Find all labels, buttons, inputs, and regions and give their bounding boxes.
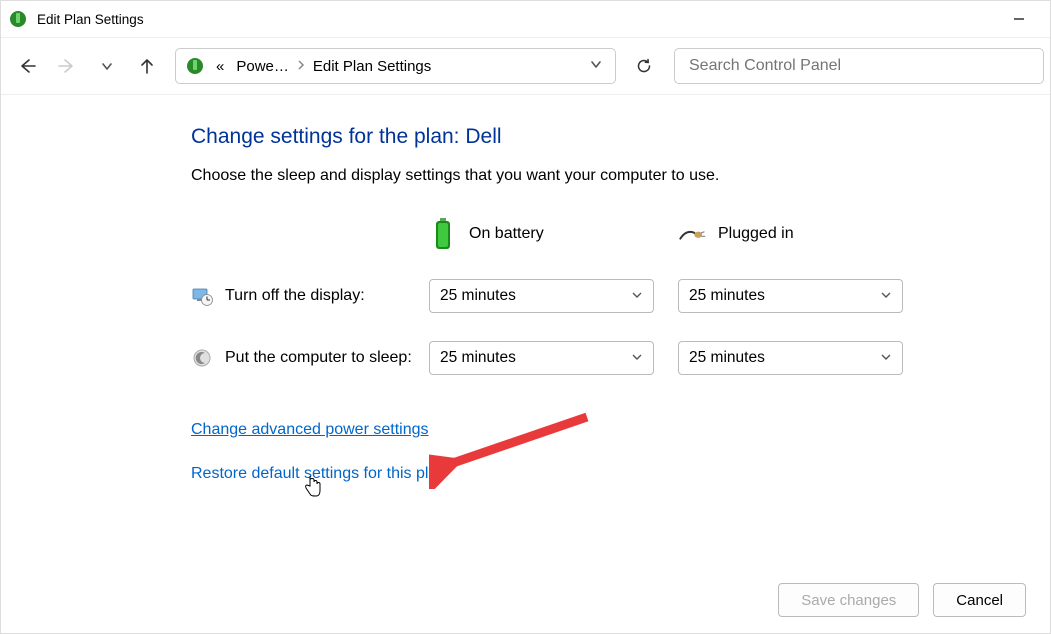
dropdown-value: 25 minutes <box>689 287 765 305</box>
battery-icon <box>429 215 457 253</box>
setting-row-sleep: Put the computer to sleep: 25 minutes 25… <box>191 341 1050 375</box>
display-label: Turn off the display: <box>225 287 365 305</box>
moon-icon <box>191 347 213 369</box>
search-input[interactable] <box>674 48 1044 84</box>
chevron-right-icon <box>297 60 305 73</box>
address-bar[interactable]: « Powe… Edit Plan Settings <box>175 48 616 84</box>
cancel-button[interactable]: Cancel <box>933 583 1026 617</box>
power-options-icon <box>186 57 204 75</box>
column-header-plugged: Plugged in <box>718 225 794 243</box>
window-titlebar: Edit Plan Settings <box>1 1 1050 37</box>
plug-icon <box>678 215 706 253</box>
display-battery-dropdown[interactable]: 25 minutes <box>429 279 654 313</box>
monitor-clock-icon <box>191 285 213 307</box>
footer-buttons: Save changes Cancel <box>778 583 1026 617</box>
dropdown-value: 25 minutes <box>440 349 516 367</box>
forward-button[interactable] <box>47 46 87 86</box>
window-title: Edit Plan Settings <box>37 12 144 27</box>
page-description: Choose the sleep and display settings th… <box>191 167 1050 185</box>
recent-locations-button[interactable] <box>87 46 127 86</box>
chevron-down-icon <box>631 289 643 304</box>
search-field[interactable] <box>689 57 1029 75</box>
minimize-button[interactable] <box>996 3 1042 35</box>
breadcrumb-overflow[interactable]: « <box>212 58 228 75</box>
back-button[interactable] <box>7 46 47 86</box>
content-area: Change settings for the plan: Dell Choos… <box>1 95 1050 509</box>
nav-toolbar: « Powe… Edit Plan Settings <box>1 38 1050 94</box>
power-options-icon <box>9 10 27 28</box>
dropdown-value: 25 minutes <box>689 349 765 367</box>
address-history-button[interactable] <box>583 57 609 76</box>
restore-defaults-link[interactable]: Restore default settings for this plan <box>191 465 446 483</box>
refresh-button[interactable] <box>626 48 662 84</box>
dropdown-value: 25 minutes <box>440 287 516 305</box>
chevron-down-icon <box>880 351 892 366</box>
breadcrumb-item-power[interactable]: Powe… <box>232 58 293 75</box>
advanced-settings-link[interactable]: Change advanced power settings <box>191 421 429 439</box>
setting-row-display: Turn off the display: 25 minutes 25 minu… <box>191 279 1050 313</box>
column-headers: On battery Plugged in <box>191 215 1050 253</box>
sleep-label: Put the computer to sleep: <box>225 349 412 367</box>
sleep-battery-dropdown[interactable]: 25 minutes <box>429 341 654 375</box>
save-button[interactable]: Save changes <box>778 583 919 617</box>
display-plugged-dropdown[interactable]: 25 minutes <box>678 279 903 313</box>
page-title: Change settings for the plan: Dell <box>191 125 1050 149</box>
column-header-battery: On battery <box>469 225 544 243</box>
chevron-down-icon <box>631 351 643 366</box>
up-button[interactable] <box>127 46 167 86</box>
breadcrumb-item-current[interactable]: Edit Plan Settings <box>309 58 435 75</box>
sleep-plugged-dropdown[interactable]: 25 minutes <box>678 341 903 375</box>
chevron-down-icon <box>880 289 892 304</box>
